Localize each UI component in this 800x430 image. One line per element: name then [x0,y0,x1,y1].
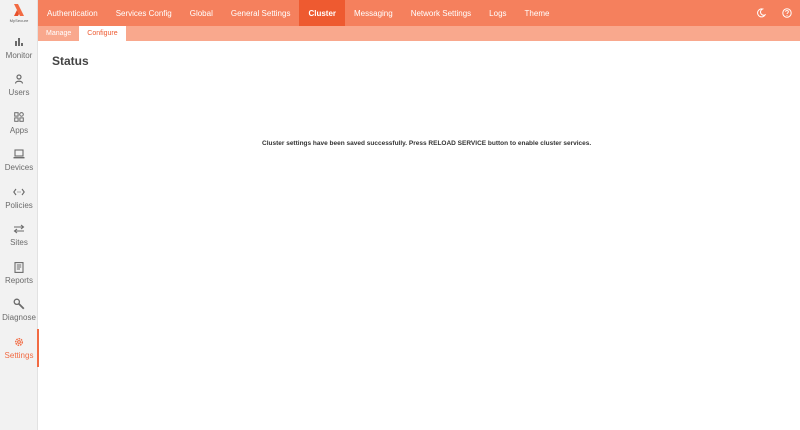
sidebar-item-label: Settings [4,351,34,360]
sidebar-item-label: Diagnose [2,313,36,322]
code-arrows-icon [13,186,25,198]
sidebar-item-devices[interactable]: Devices [0,146,38,182]
wrench-icon [13,298,25,310]
sidebar-item-label: Policies [5,201,33,210]
tab-general-settings[interactable]: General Settings [222,0,300,26]
tab-messaging[interactable]: Messaging [345,0,402,26]
sidebar-item-label: Users [8,88,30,97]
subtab-configure[interactable]: Configure [79,26,126,41]
sidebar-item-diagnose[interactable]: Diagnose [0,296,38,332]
sidebar-item-policies[interactable]: Policies [0,184,38,220]
tab-services-config[interactable]: Services Config [107,0,181,26]
top-nav: Authentication Services Config Global Ge… [38,0,800,26]
sidebar-item-monitor[interactable]: Monitor [0,34,38,70]
user-icon [13,73,25,85]
moon-icon [757,8,766,18]
tab-logs[interactable]: Logs [480,0,515,26]
brand-name: MySecure [9,18,29,23]
sidebar-item-label: Devices [4,163,34,172]
tab-theme[interactable]: Theme [516,0,559,26]
tab-global[interactable]: Global [181,0,222,26]
top-right-actions [748,0,800,26]
logo-mark-icon [14,4,24,16]
sidebar-item-settings[interactable]: Settings [0,329,39,370]
status-message: Cluster settings have been saved success… [262,140,592,147]
apps-grid-icon [13,111,25,123]
gear-icon [13,336,25,348]
sidebar: MySecure Monitor Users Apps Devices Poli… [0,0,39,430]
swap-arrows-icon [13,223,25,235]
sidebar-item-label: Monitor [5,51,33,60]
sidebar-item-label: Apps [9,126,29,135]
sidebar-item-apps[interactable]: Apps [0,109,38,145]
sidebar-item-sites[interactable]: Sites [0,221,38,257]
help-icon [782,8,792,18]
dark-mode-toggle[interactable] [748,0,774,26]
tab-cluster[interactable]: Cluster [299,0,346,26]
subtab-manage[interactable]: Manage [38,26,79,41]
sidebar-item-label: Reports [4,276,33,285]
brand-logo[interactable]: MySecure [0,0,38,29]
bar-chart-icon [13,36,25,48]
laptop-icon [13,148,25,160]
tab-network-settings[interactable]: Network Settings [402,0,480,26]
sidebar-item-label: Sites [10,238,28,247]
page-title: Status [52,54,89,68]
tab-authentication[interactable]: Authentication [38,0,107,26]
sidebar-item-users[interactable]: Users [0,71,38,107]
sub-nav: Manage Configure [38,26,800,41]
report-icon [13,261,25,273]
help-button[interactable] [774,0,800,26]
sidebar-item-reports[interactable]: Reports [0,259,38,295]
